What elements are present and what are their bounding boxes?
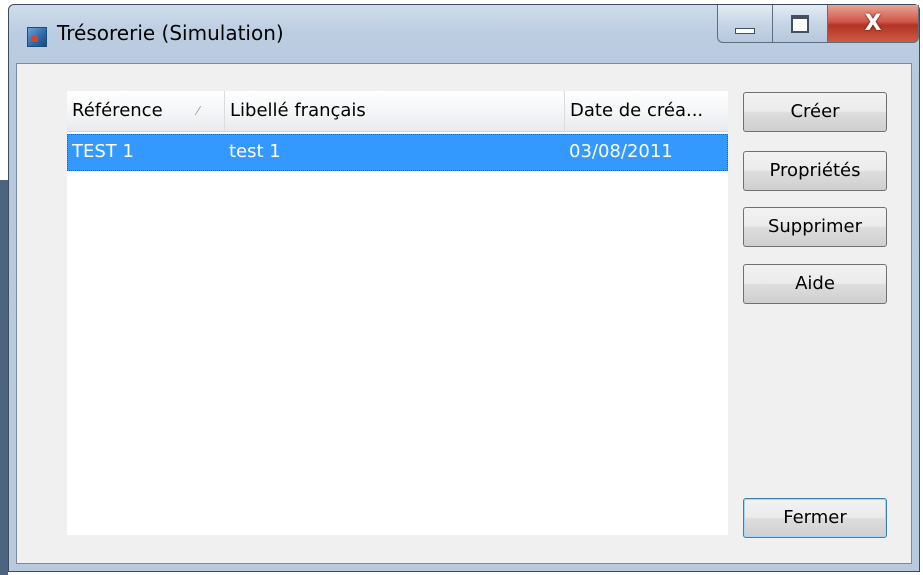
column-header-libelle-label: Libellé français (230, 100, 366, 121)
delete-button[interactable]: Supprimer (743, 207, 887, 247)
sort-ascending-icon: ⁄ (197, 104, 200, 118)
list-header: Référence ⁄ Libellé français Date de cré… (67, 91, 728, 132)
column-header-date[interactable]: Date de créa... (565, 91, 728, 131)
simulation-list[interactable]: Référence ⁄ Libellé français Date de cré… (67, 91, 728, 535)
close-button[interactable]: Fermer (743, 498, 887, 538)
column-header-reference[interactable]: Référence ⁄ (67, 91, 225, 131)
properties-button[interactable]: Propriétés (743, 151, 887, 191)
maximize-button[interactable] (772, 5, 827, 43)
list-row[interactable]: TEST 1 test 1 03/08/2011 (67, 134, 728, 171)
maximize-icon (791, 14, 809, 33)
minimize-button[interactable] (717, 5, 772, 43)
app-icon (27, 27, 47, 47)
cell-date: 03/08/2011 (569, 141, 673, 162)
help-button[interactable]: Aide (743, 264, 887, 304)
column-header-date-label: Date de créa... (570, 100, 704, 121)
close-window-button[interactable]: X (827, 5, 919, 43)
cell-reference: TEST 1 (72, 141, 134, 162)
create-button[interactable]: Créer (743, 92, 887, 132)
column-header-libelle[interactable]: Libellé français (225, 91, 565, 131)
cell-libelle: test 1 (229, 141, 281, 162)
window-title: Trésorerie (Simulation) (57, 21, 284, 45)
column-header-reference-label: Référence (72, 100, 163, 121)
close-icon: X (864, 11, 882, 36)
dialog-body: Référence ⁄ Libellé français Date de cré… (16, 63, 912, 564)
minimize-icon (735, 27, 755, 34)
dialog-window: Trésorerie (Simulation) X Référence ⁄ Li… (8, 4, 920, 572)
title-bar[interactable]: Trésorerie (Simulation) X (9, 5, 919, 63)
background-window-edge (0, 180, 8, 575)
window-controls: X (717, 5, 919, 43)
